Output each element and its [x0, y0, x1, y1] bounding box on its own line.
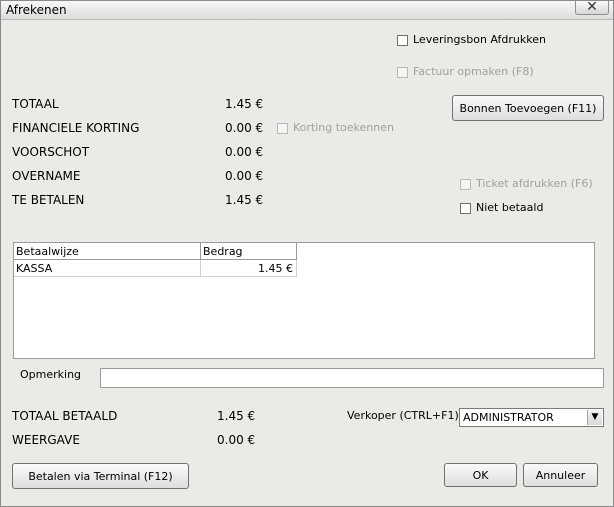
column-header-betaalwijze[interactable]: Betaalwijze: [14, 243, 201, 260]
table-cell-method[interactable]: KASSA: [14, 260, 201, 277]
verkoper-select[interactable]: ADMINISTRATOR ▼: [459, 408, 604, 427]
ticket-afdrukken-checkbox[interactable]: [460, 179, 471, 190]
close-icon: ✕: [586, 0, 598, 15]
voorschot-label: VOORSCHOT: [12, 145, 90, 159]
leveringsbon-label: Leveringsbon Afdrukken: [413, 33, 546, 46]
overname-value: 0.00 €: [225, 169, 264, 183]
opmerking-input[interactable]: [100, 368, 604, 388]
korting-toekennen-checkbox[interactable]: [277, 123, 288, 134]
column-header-bedrag[interactable]: Bedrag: [201, 243, 297, 260]
niet-betaald-checkbox[interactable]: [460, 203, 471, 214]
totaal-betaald-label: TOTAAL BETAALD: [12, 409, 118, 423]
korting-label: FINANCIELE KORTING: [12, 121, 140, 135]
bonnen-toevoegen-button[interactable]: Bonnen Toevoegen (F11): [452, 95, 604, 121]
voorschot-value: 0.00 €: [225, 145, 264, 159]
betalen-via-terminal-button[interactable]: Betalen via Terminal (F12): [12, 463, 189, 489]
totaal-value: 1.45 €: [225, 97, 264, 111]
opmerking-label: Opmerking: [20, 368, 82, 381]
window-title: Afrekenen: [6, 3, 67, 17]
title-bar: Afrekenen ✕: [1, 1, 613, 20]
payments-table[interactable]: Betaalwijze Bedrag KASSA 1.45 €: [13, 242, 595, 359]
totaal-betaald-value: 1.45 €: [217, 409, 256, 423]
annuleer-button[interactable]: Annuleer: [523, 463, 598, 487]
ok-button[interactable]: OK: [444, 463, 517, 487]
factuur-checkbox[interactable]: [397, 67, 408, 78]
totaal-label: TOTAAL: [12, 97, 59, 111]
close-button[interactable]: ✕: [575, 0, 609, 15]
weergave-label: WEERGAVE: [12, 433, 80, 447]
table-cell-amount[interactable]: 1.45 €: [201, 260, 297, 277]
factuur-label: Factuur opmaken (F8): [413, 65, 534, 78]
verkoper-selected-value: ADMINISTRATOR: [463, 411, 554, 424]
verkoper-label: Verkoper (CTRL+F1): [347, 409, 459, 422]
leveringsbon-checkbox[interactable]: [397, 35, 408, 46]
weergave-value: 0.00 €: [217, 433, 256, 447]
korting-toekennen-label: Korting toekennen: [293, 121, 394, 134]
korting-value: 0.00 €: [225, 121, 264, 135]
te-betalen-value: 1.45 €: [225, 193, 264, 207]
overname-label: OVERNAME: [12, 169, 81, 183]
te-betalen-label: TE BETALEN: [12, 193, 85, 207]
checkout-dialog: Afrekenen ✕ Leveringsbon Afdrukken Factu…: [0, 0, 614, 507]
niet-betaald-label: Niet betaald: [476, 201, 544, 214]
chevron-down-icon[interactable]: ▼: [587, 410, 602, 425]
ticket-afdrukken-label: Ticket afdrukken (F6): [476, 177, 593, 190]
